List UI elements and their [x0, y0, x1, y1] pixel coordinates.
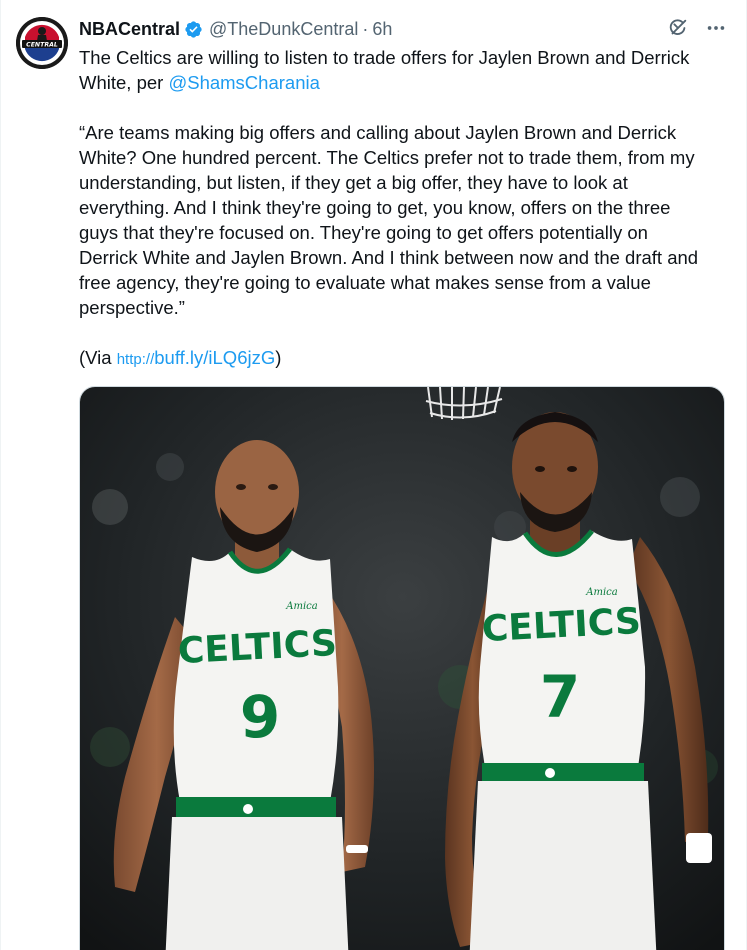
via-close: )	[275, 347, 282, 368]
grok-icon[interactable]	[666, 16, 690, 40]
right-jersey-sponsor: Amica	[585, 587, 618, 598]
right-jersey-number: 7	[540, 663, 580, 731]
source-link-text: buff.ly/iLQ6jzG	[154, 347, 276, 368]
left-jersey-sponsor: Amica	[285, 601, 318, 612]
quote-line-1: “Are teams making big offers and calling…	[79, 122, 677, 143]
quote-line-6: Derrick White and Jaylen Brown. And I th…	[79, 247, 699, 268]
separator-dot: ·	[362, 18, 369, 39]
via-open: (Via	[79, 347, 117, 368]
verified-badge-icon[interactable]	[184, 20, 203, 39]
tweet-photo[interactable]: CELTICS 9 Amica CELTICS 7 Amica	[79, 386, 725, 950]
quote-line-7: free agency, they're going to evaluate w…	[79, 272, 651, 293]
tweet-text: The Celtics are willing to listen to tra…	[79, 45, 734, 372]
avatar-text: CENTRAL	[26, 42, 58, 49]
tweet-actions	[666, 16, 728, 40]
nbacentral-logo: CENTRAL	[16, 17, 68, 69]
right-jersey-team: CELTICS	[481, 601, 642, 650]
author-handle[interactable]: @TheDunkCentral	[209, 19, 358, 40]
author-name[interactable]: NBACentral	[79, 19, 180, 40]
left-jersey-team: CELTICS	[177, 623, 338, 672]
quote-line-3: understanding, but listen, if they get a…	[79, 172, 628, 193]
tweet-card: CENTRAL NBACentral @TheDunkCentral · 6h	[0, 0, 747, 950]
tweet-timestamp[interactable]: 6h	[372, 19, 392, 40]
tweet-headline: The Celtics are willing to listen to tra…	[79, 45, 734, 95]
quote-line-2: White? One hundred percent. The Celtics …	[79, 147, 695, 168]
source-link[interactable]: http://buff.ly/iLQ6jzG	[117, 347, 276, 368]
quote-line-4: everything. And I think they're going to…	[79, 197, 671, 218]
quote-line-8: perspective.”	[79, 297, 185, 318]
celtics-players-photo: CELTICS 9 Amica CELTICS 7 Amica	[80, 387, 724, 950]
quote-line-5: guys that they're focused on. They're go…	[79, 222, 648, 243]
mention-link[interactable]: @ShamsCharania	[168, 72, 319, 93]
tweet-header: NBACentral @TheDunkCentral · 6h	[79, 17, 392, 41]
more-icon[interactable]	[704, 16, 728, 40]
source-link-protocol: http://	[116, 351, 155, 368]
author-avatar[interactable]: CENTRAL	[16, 17, 68, 69]
via-line: (Via http://buff.ly/iLQ6jzG)	[79, 345, 734, 372]
left-jersey-number: 9	[240, 683, 280, 751]
